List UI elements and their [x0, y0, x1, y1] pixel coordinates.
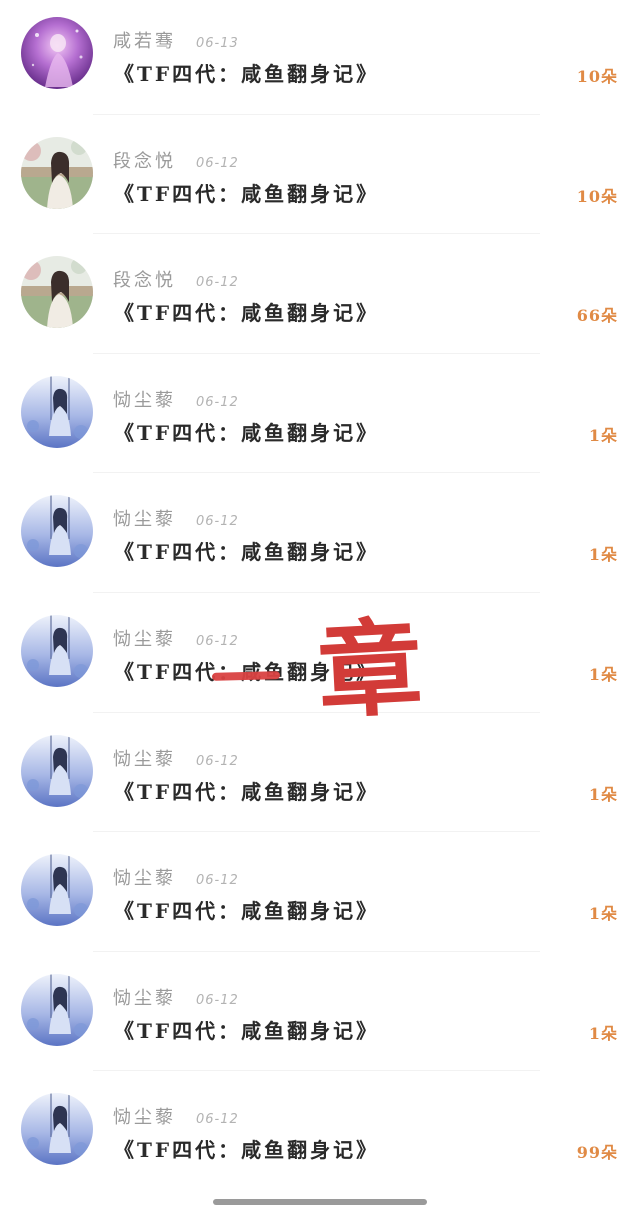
avatar[interactable]	[21, 614, 93, 687]
home-indicator[interactable]	[213, 1199, 427, 1205]
avatar[interactable]	[21, 136, 93, 209]
book-title[interactable]: 《TF四代：咸鱼翻身记》	[114, 297, 379, 326]
book-title[interactable]: 《TF四代：咸鱼翻身记》	[114, 1134, 379, 1163]
gift-count: 1朵	[588, 425, 618, 445]
avatar[interactable]	[21, 854, 93, 927]
blue-swing-girl-avatar-icon	[21, 1093, 93, 1166]
list-item[interactable]: 恸尘藜 06-12 《TF四代：咸鱼翻身记》 1朵	[0, 478, 640, 598]
gift-count: 1朵	[588, 545, 618, 565]
divider	[93, 711, 540, 713]
user-name[interactable]: 段念悦	[113, 266, 176, 292]
list-item[interactable]: 段念悦 06-12 《TF四代：咸鱼翻身记》 66朵	[0, 239, 640, 359]
user-name[interactable]: 恸尘藜	[113, 984, 176, 1010]
gift-count: 1朵	[588, 664, 618, 684]
gift-count: 1朵	[588, 1023, 618, 1043]
user-name[interactable]: 恸尘藜	[113, 625, 176, 651]
book-title[interactable]: 《TF四代：咸鱼翻身记》	[114, 536, 379, 565]
gift-count: 99朵	[576, 1143, 618, 1163]
user-meta: 恸尘藜 06-12	[113, 864, 239, 890]
divider	[93, 352, 540, 354]
book-title[interactable]: 《TF四代：咸鱼翻身记》	[114, 895, 379, 924]
post-date: 06-12	[196, 155, 239, 171]
blue-swing-girl-avatar-icon	[21, 734, 93, 807]
user-meta: 恸尘藜 06-12	[113, 505, 239, 531]
post-date: 06-12	[196, 514, 239, 530]
post-date: 06-12	[196, 873, 239, 889]
garden-girl-avatar-icon	[21, 136, 93, 209]
book-title[interactable]: 《TF四代：咸鱼翻身记》	[114, 776, 379, 805]
post-date: 06-12	[196, 992, 239, 1008]
gift-count: 66朵	[576, 306, 618, 326]
handwritten-annotation: 章	[314, 606, 426, 734]
blue-swing-girl-avatar-icon	[21, 495, 93, 568]
user-meta: 咸若骞 06-13	[113, 27, 239, 53]
list-item[interactable]: 恸尘藜 06-12 《TF四代：咸鱼翻身记》 1朵	[0, 957, 640, 1077]
blue-swing-girl-avatar-icon	[21, 854, 93, 927]
avatar[interactable]	[21, 256, 93, 329]
post-date: 06-12	[196, 275, 239, 291]
user-name[interactable]: 段念悦	[113, 147, 176, 173]
user-name[interactable]: 咸若骞	[113, 27, 176, 53]
blue-swing-girl-avatar-icon	[21, 614, 93, 687]
divider	[93, 472, 540, 474]
list-item[interactable]: 恸尘藜 06-12 《TF四代：咸鱼翻身记》 1朵	[0, 837, 640, 957]
user-meta: 恸尘藜 06-12	[113, 625, 239, 651]
user-name[interactable]: 恸尘藜	[113, 386, 176, 412]
gift-count: 1朵	[588, 784, 618, 804]
list-item[interactable]: 恸尘藜 06-12 《TF四代：咸鱼翻身记》 1朵	[0, 718, 640, 838]
user-name[interactable]: 恸尘藜	[113, 745, 176, 771]
blue-swing-girl-avatar-icon	[21, 973, 93, 1046]
user-meta: 段念悦 06-12	[113, 266, 239, 292]
avatar[interactable]	[21, 495, 93, 568]
user-name[interactable]: 恸尘藜	[113, 864, 176, 890]
book-title[interactable]: 《TF四代：咸鱼翻身记》	[114, 417, 379, 446]
garden-girl-avatar-icon	[21, 256, 93, 329]
divider	[93, 113, 540, 115]
user-meta: 段念悦 06-12	[113, 147, 239, 173]
avatar[interactable]	[21, 375, 93, 448]
user-name[interactable]: 恸尘藜	[113, 1103, 176, 1129]
book-title[interactable]: 《TF四代：咸鱼翻身记》	[114, 1015, 379, 1044]
user-meta: 恸尘藜 06-12	[113, 386, 239, 412]
gift-count: 1朵	[588, 904, 618, 924]
divider	[93, 831, 540, 833]
user-meta: 恸尘藜 06-12	[113, 745, 239, 771]
list-item[interactable]: 恸尘藜 06-12 《TF四代：咸鱼翻身记》 99朵	[0, 1076, 640, 1196]
user-meta: 恸尘藜 06-12	[113, 984, 239, 1010]
post-date: 06-12	[196, 753, 239, 769]
user-meta: 恸尘藜 06-12	[113, 1103, 239, 1129]
blue-swing-girl-avatar-icon	[21, 375, 93, 448]
user-name[interactable]: 恸尘藜	[113, 505, 176, 531]
gift-count: 10朵	[576, 186, 618, 206]
avatar[interactable]	[21, 973, 93, 1046]
list-item[interactable]: 恸尘藜 06-12 《TF四代：咸鱼翻身记》 1朵	[0, 359, 640, 479]
divider	[93, 1070, 540, 1072]
post-date: 06-12	[196, 633, 239, 649]
post-date: 06-12	[196, 394, 239, 410]
list-item[interactable]: 段念悦 06-12 《TF四代：咸鱼翻身记》 10朵	[0, 120, 640, 240]
avatar[interactable]	[21, 17, 93, 89]
divider	[93, 591, 540, 593]
list-item[interactable]: 咸若骞 06-13 《TF四代：咸鱼翻身记》 10朵	[0, 0, 640, 120]
book-title[interactable]: 《TF四代：咸鱼翻身记》	[114, 58, 379, 87]
gift-record-list: 咸若骞 06-13 《TF四代：咸鱼翻身记》 10朵 段念悦 06-12 《TF…	[0, 0, 640, 1196]
avatar[interactable]	[21, 1093, 93, 1166]
avatar[interactable]	[21, 734, 93, 807]
purple-fantasy-avatar-icon	[21, 17, 93, 89]
post-date: 06-13	[196, 36, 239, 51]
divider	[93, 950, 540, 952]
book-title[interactable]: 《TF四代：咸鱼翻身记》	[114, 178, 379, 207]
gift-count: 10朵	[576, 67, 618, 86]
divider	[93, 233, 540, 235]
post-date: 06-12	[196, 1112, 239, 1128]
